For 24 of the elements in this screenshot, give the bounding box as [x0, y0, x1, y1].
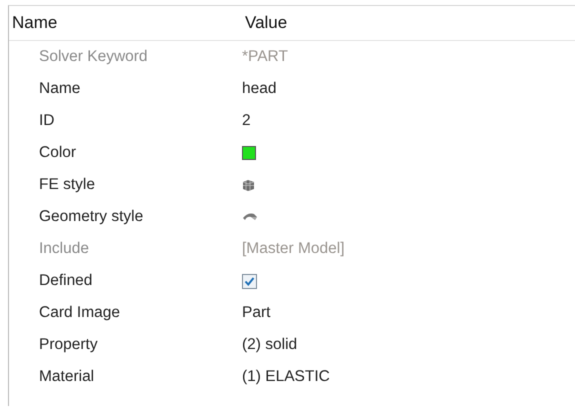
property-value: (2) solid	[242, 336, 298, 354]
property-name: Property	[39, 336, 99, 354]
property-name: FE style	[39, 176, 96, 194]
property-value: Part	[242, 304, 270, 322]
property-name: Card Image	[39, 304, 121, 322]
property-name: Color	[39, 144, 78, 162]
checkbox[interactable]	[242, 274, 257, 288]
property-name: Include	[39, 240, 90, 258]
property-name: Material	[39, 368, 96, 386]
property-name: Defined	[39, 272, 94, 290]
color-swatch[interactable]	[242, 146, 256, 160]
property-value: 2	[242, 112, 251, 130]
column-header: Value	[244, 13, 288, 33]
property-name: ID	[39, 112, 56, 130]
property-value: [Master Model]	[242, 240, 345, 258]
property-value: (1) ELASTIC	[242, 368, 330, 386]
column-header: Name	[11, 13, 58, 33]
cube-icon[interactable]	[242, 178, 255, 192]
surface-icon[interactable]	[242, 212, 258, 222]
property-value: *PART	[242, 48, 288, 66]
property-name: Name	[39, 80, 82, 98]
property-value: head	[242, 80, 276, 98]
property-name: Geometry style	[39, 208, 144, 226]
property-name: Solver Keyword	[39, 48, 149, 66]
